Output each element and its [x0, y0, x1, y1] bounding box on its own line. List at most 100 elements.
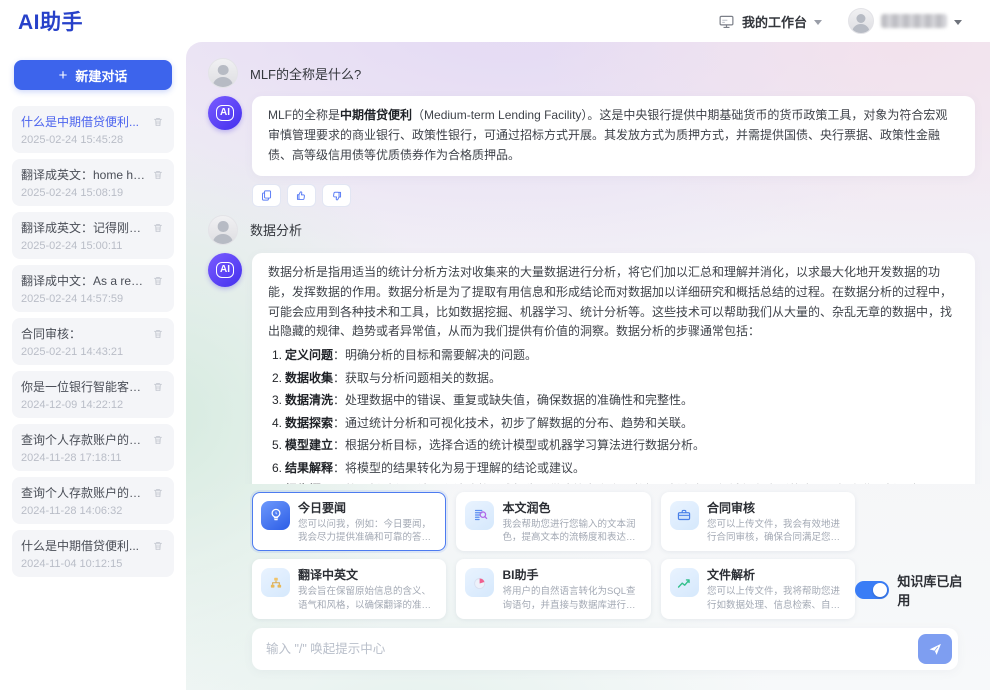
chat-panel: MLF的全称是什么? AI MLF的全称是中期借贷便利（Medium-term …: [186, 42, 990, 690]
copy-button[interactable]: [252, 184, 281, 207]
conversation-item[interactable]: 翻译成英文：home home 2025-02-24 15:08:19: [12, 159, 174, 206]
send-button[interactable]: [918, 634, 952, 664]
conversation-item[interactable]: 你是一位银行智能客服，... 2024-12-09 14:22:12: [12, 371, 174, 418]
step-text: 通过统计分析和可视化技术，初步了解数据的分布、趋势和关联。: [345, 416, 693, 430]
step-text: 根据分析目标，选择合适的统计模型或机器学习算法进行数据分析。: [345, 438, 705, 452]
step-separator: ：: [333, 461, 345, 475]
conversation-item[interactable]: 什么是中期借贷便利... 2024-11-04 10:12:15: [12, 530, 174, 577]
step-label: 模型建立: [285, 438, 333, 452]
feature-card-title: 文件解析: [707, 566, 847, 583]
feature-card-icon-tile: [261, 501, 290, 530]
trend-chart-icon: [675, 574, 693, 592]
conversation-title: 什么是中期借贷便利...: [21, 113, 147, 130]
conversation-time: 2024-11-28 14:06:32: [21, 505, 165, 517]
step-text: 处理数据中的错误、重复或缺失值，确保数据的准确性和完整性。: [345, 393, 693, 407]
conversation-time: 2025-02-24 14:57:59: [21, 293, 165, 305]
monitor-icon: [718, 13, 735, 30]
feature-card-desc: 我会帮助您进行您输入的文本润色，提高文本的流畅度和表达效果。: [502, 518, 642, 545]
conversation-list: 什么是中期借贷便利... 2025-02-24 15:45:28 翻译成英文：h…: [12, 106, 174, 577]
new-chat-button[interactable]: + 新建对话: [14, 60, 172, 90]
feature-card-title: 今日要闻: [298, 499, 437, 516]
trash-icon[interactable]: [151, 221, 165, 235]
send-icon: [927, 641, 943, 657]
step-number: 1.: [272, 348, 282, 362]
user-name-masked: [881, 14, 947, 28]
trash-icon[interactable]: [151, 274, 165, 288]
chat-messages: MLF的全称是什么? AI MLF的全称是中期借贷便利（Medium-term …: [186, 42, 990, 484]
conversation-item[interactable]: 查询个人存款账户的最新... 2024-11-28 14:06:32: [12, 477, 174, 524]
ai-message-row: AI 数据分析是指用适当的统计分析方法对收集来的大量数据进行分析，将它们加以汇总…: [208, 253, 975, 484]
feature-card-grid: 今日要闻 您可以问我，例如：今日要闻，我会尽力提供准确和可靠的答案。: [252, 492, 855, 619]
conversation-item[interactable]: 合同审核： 2025-02-21 14:43:21: [12, 318, 174, 365]
feature-card-icon-tile: [261, 568, 290, 597]
conversation-item[interactable]: 翻译成英文：记得刚开始... 2025-02-24 15:00:11: [12, 212, 174, 259]
ai-avatar: AI: [208, 96, 242, 130]
step-number: 7.: [272, 483, 282, 484]
conversation-item[interactable]: 翻译成中文：As a reader... 2025-02-24 14:57:59: [12, 265, 174, 312]
trash-icon[interactable]: [151, 327, 165, 341]
bulb-icon: [267, 506, 285, 524]
user-message-row: 数据分析: [208, 215, 975, 245]
user-avatar: [208, 215, 238, 245]
knowledge-toggle[interactable]: [855, 581, 889, 599]
feature-card-icon-tile: [465, 568, 494, 597]
feature-card-title: 本文润色: [502, 499, 642, 516]
step-label: 报告撰写: [285, 483, 333, 484]
analysis-step: 3.数据清洗：处理数据中的错误、重复或缺失值，确保数据的准确性和完整性。: [272, 391, 959, 410]
trash-icon[interactable]: [151, 115, 165, 129]
user-message-text: MLF的全称是什么?: [250, 64, 361, 83]
message-input[interactable]: [266, 642, 918, 656]
conversation-time: 2024-12-09 14:22:12: [21, 399, 165, 411]
feature-card[interactable]: 翻译中英文 我会旨在保留原始信息的含义、语气和风格，以确保翻译的准确性和自然流畅…: [252, 559, 446, 619]
conversation-title: 翻译成英文：记得刚开始...: [21, 219, 147, 236]
analysis-step: 4.数据探索：通过统计分析和可视化技术，初步了解数据的分布、趋势和关联。: [272, 414, 959, 433]
step-text: 获取与分析问题相关的数据。: [345, 371, 501, 385]
trash-icon[interactable]: [151, 433, 165, 447]
knowledge-toggle-wrap: 知识库已启用: [855, 571, 975, 609]
trash-icon[interactable]: [151, 168, 165, 182]
app-logo: AI助手: [18, 6, 83, 36]
user-message-text: 数据分析: [250, 220, 302, 239]
trash-icon[interactable]: [151, 486, 165, 500]
conversation-item[interactable]: 查询个人存款账户的最新... 2024-11-28 17:18:11: [12, 424, 174, 471]
feature-card[interactable]: 合同审核 您可以上传文件，我会有效地进行合同审核，确保合同满足您的业务需求。: [661, 492, 856, 552]
step-separator: ：: [333, 393, 345, 407]
step-separator: ：: [333, 438, 345, 452]
step-text: 明确分析的目标和需要解决的问题。: [345, 348, 537, 362]
thumbs-up-button[interactable]: [287, 184, 316, 207]
conversation-item[interactable]: 什么是中期借贷便利... 2025-02-24 15:45:28: [12, 106, 174, 153]
ai-avatar-label: AI: [216, 105, 234, 121]
trash-icon[interactable]: [151, 539, 165, 553]
step-label: 结果解释: [285, 461, 333, 475]
thumbs-down-button[interactable]: [322, 184, 351, 207]
user-menu[interactable]: [848, 8, 962, 34]
ai-answer-card: MLF的全称是中期借贷便利（Medium-term Lending Facili…: [252, 96, 975, 176]
conversation-title: 翻译成中文：As a reader...: [21, 272, 147, 289]
chevron-down-icon: [814, 20, 822, 25]
conversation-time: 2025-02-24 15:00:11: [21, 240, 165, 252]
feature-card[interactable]: BI助手 将用户的自然语言转化为SQL查询语句，并直接与数据库进行交互，返回智能…: [456, 559, 651, 619]
conversation-title: 查询个人存款账户的最新...: [21, 431, 147, 448]
feature-card[interactable]: 文件解析 您可以上传文件，我将帮助您进行如数据处理、信息检索、自动化办公等。: [661, 559, 856, 619]
trash-icon[interactable]: [151, 380, 165, 394]
conversation-time: 2025-02-21 14:43:21: [21, 346, 165, 358]
feature-card[interactable]: 本文润色 我会帮助您进行您输入的文本润色，提高文本的流畅度和表达效果。: [456, 492, 651, 552]
conversation-title: 你是一位银行智能客服，...: [21, 378, 147, 395]
step-number: 2.: [272, 371, 282, 385]
analysis-step: 2.数据收集：获取与分析问题相关的数据。: [272, 369, 959, 388]
answer-bold-text: 中期借贷便利: [340, 108, 412, 122]
user-avatar: [208, 58, 238, 88]
new-chat-label: 新建对话: [75, 66, 127, 85]
step-number: 4.: [272, 416, 282, 430]
feature-card-desc: 将用户的自然语言转化为SQL查询语句，并直接与数据库进行交互，返回智能推荐的图表…: [502, 585, 642, 612]
workspace-menu[interactable]: 我的工作台: [718, 12, 822, 31]
composer: [252, 628, 958, 670]
feature-card-desc: 您可以问我，例如：今日要闻，我会尽力提供准确和可靠的答案。: [298, 518, 437, 545]
step-text: 将模型的结果转化为易于理解的结论或建议。: [345, 461, 585, 475]
feature-card-title: 翻译中英文: [298, 566, 437, 583]
step-text: 将分析过程、结果和结论整理成报告，供决策者参考。数据分析在各个领域都有广泛的应用…: [288, 483, 948, 484]
feature-card-title: 合同审核: [707, 499, 847, 516]
step-separator: ：: [333, 483, 345, 484]
feature-card[interactable]: 今日要闻 您可以问我，例如：今日要闻，我会尽力提供准确和可靠的答案。: [252, 492, 446, 552]
step-label: 数据清洗: [285, 393, 333, 407]
